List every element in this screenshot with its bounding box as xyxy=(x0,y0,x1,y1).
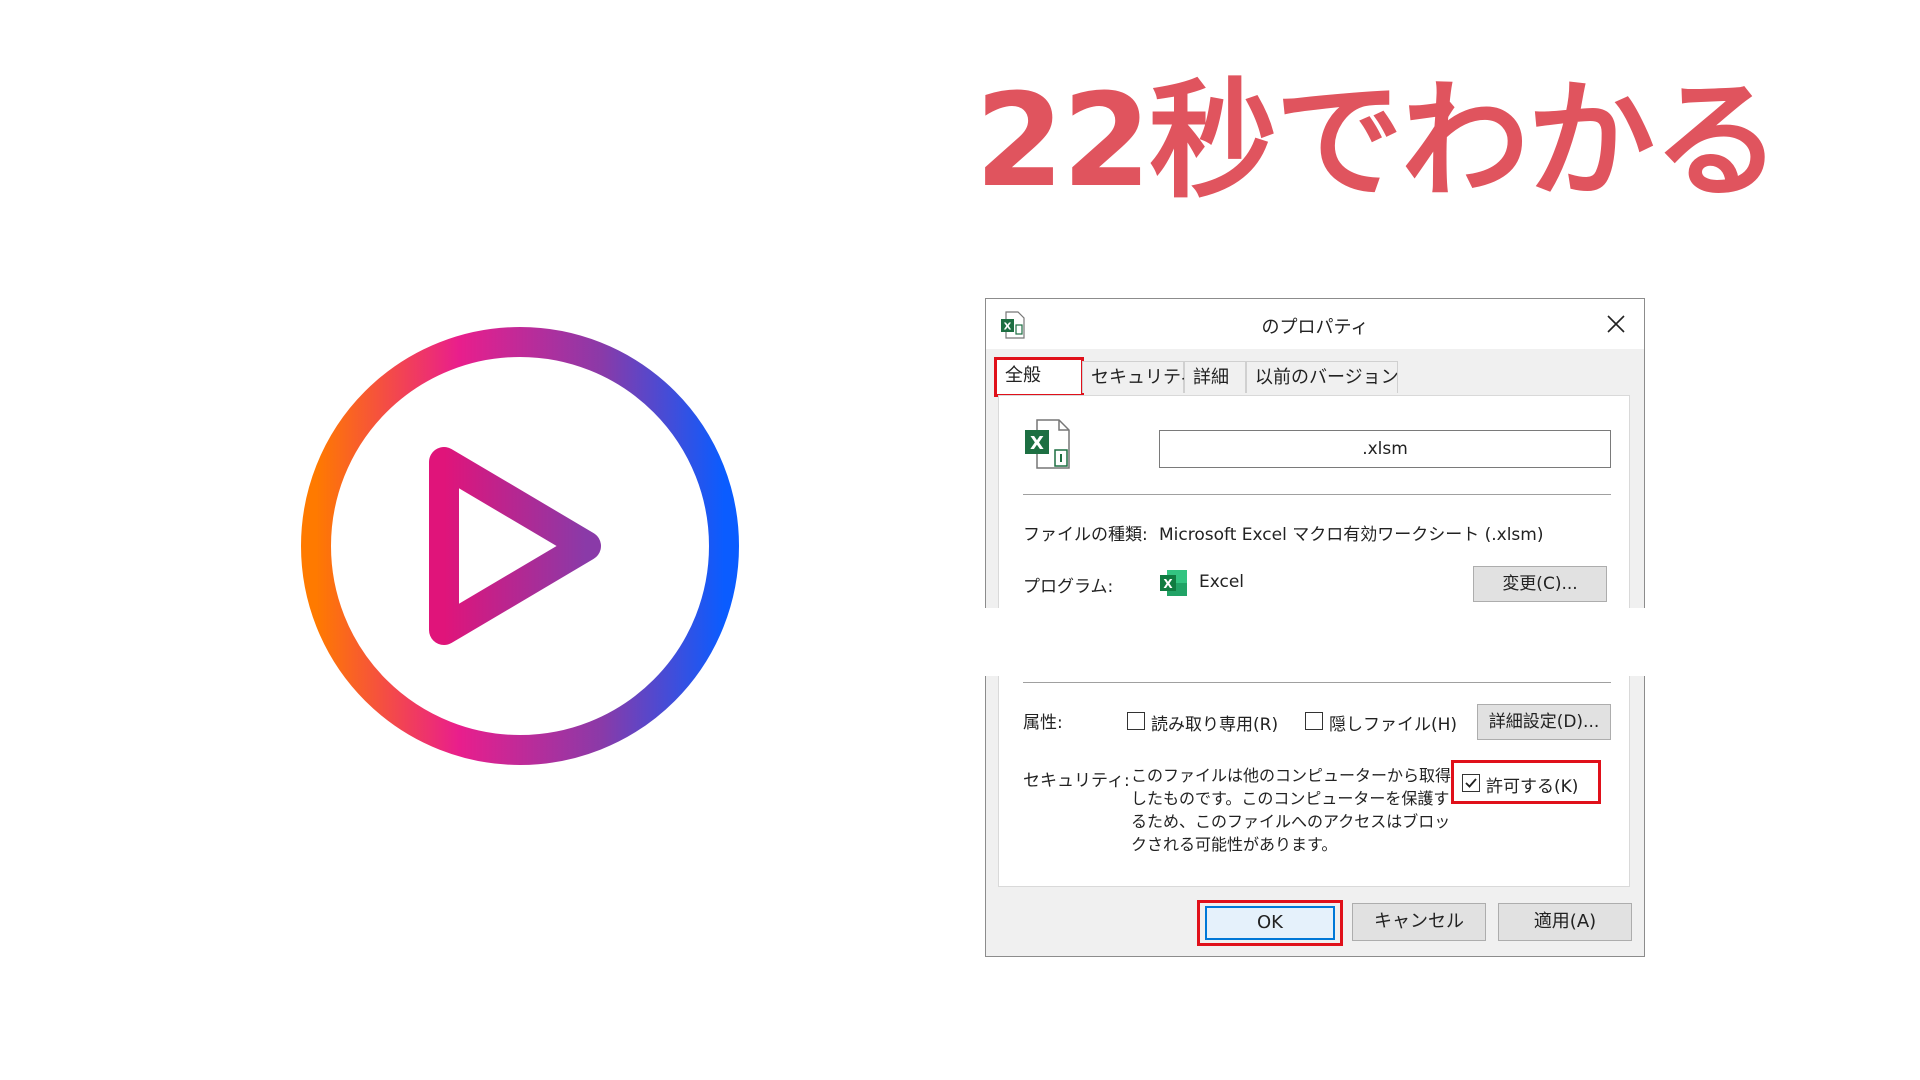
close-icon xyxy=(1607,315,1625,333)
readonly-checkbox[interactable] xyxy=(1127,712,1145,730)
advanced-button[interactable]: 詳細設定(D)... xyxy=(1477,704,1611,740)
apply-button[interactable]: 適用(A) xyxy=(1498,903,1632,941)
allow-highlight: 許可する(K) xyxy=(1451,760,1601,804)
svg-text:X: X xyxy=(1030,433,1044,454)
svg-text:X: X xyxy=(1163,577,1173,591)
tab-previous-versions[interactable]: 以前のバージョン xyxy=(1246,361,1399,393)
excel-app-icon: X xyxy=(1160,570,1187,596)
cancel-button[interactable]: キャンセル xyxy=(1352,903,1486,941)
allow-label[interactable]: 許可する(K) xyxy=(1486,772,1578,797)
separator xyxy=(1023,494,1611,495)
hidden-checkbox[interactable] xyxy=(1305,712,1323,730)
close-button[interactable] xyxy=(1588,299,1644,349)
ok-button[interactable]: OK xyxy=(1205,906,1335,940)
headline: 22秒でわかる xyxy=(975,67,1781,216)
file-name-input[interactable]: .xlsm xyxy=(1159,430,1611,468)
allow-checkbox[interactable] xyxy=(1462,774,1480,792)
tab-details[interactable]: 詳細 xyxy=(1184,361,1246,393)
content-gap xyxy=(980,608,1652,676)
file-type-label: ファイルの種類: xyxy=(1023,525,1148,545)
dialog-titlebar: X のプロパティ xyxy=(986,299,1644,349)
dialog-title: のプロパティ xyxy=(1261,317,1369,338)
excel-file-large-icon: X xyxy=(1025,419,1070,469)
program-value: Excel xyxy=(1199,572,1245,592)
hidden-label[interactable]: 隠しファイル(H) xyxy=(1329,710,1457,735)
security-message: このファイルは他のコンピューターから取得したものです。このコンピューターを保護す… xyxy=(1131,766,1452,854)
separator xyxy=(1023,682,1611,683)
file-type-value: Microsoft Excel マクロ有効ワークシート (.xlsm) xyxy=(1159,525,1544,545)
security-label: セキュリティ: xyxy=(1023,771,1130,791)
play-circle-icon xyxy=(301,327,739,765)
program-label: プログラム: xyxy=(1023,577,1114,597)
change-program-button[interactable]: 変更(C)... xyxy=(1473,566,1607,602)
tab-general[interactable]: 全般 xyxy=(994,357,1084,397)
checkmark-icon xyxy=(1465,778,1477,788)
readonly-label[interactable]: 読み取り専用(R) xyxy=(1151,710,1278,735)
tab-security[interactable]: セキュリティ xyxy=(1082,361,1198,393)
attributes-label: 属性: xyxy=(1023,713,1063,733)
